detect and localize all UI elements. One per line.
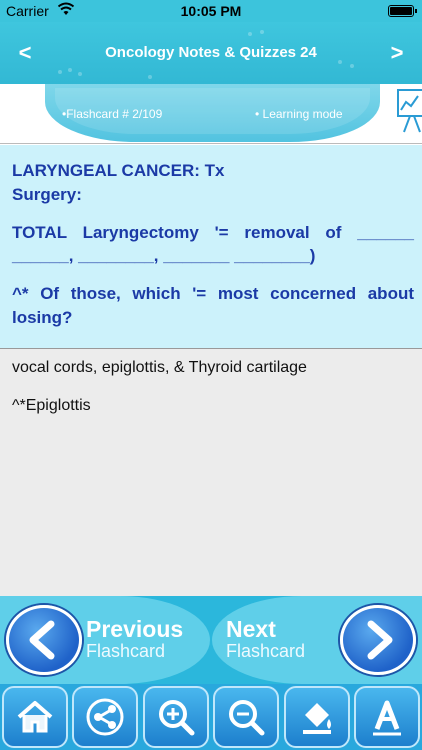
share-button[interactable] [72, 686, 139, 748]
next-arrow-icon[interactable] [340, 605, 416, 675]
navigation-bar: < Oncology Notes & Quizzes 24 > [0, 22, 422, 84]
previous-arrow-icon[interactable] [6, 605, 82, 675]
battery-icon [388, 5, 417, 17]
question-text: TOTAL Laryngectomy '= removal of ______ … [12, 222, 414, 266]
page-title: Oncology Notes & Quizzes 24 [105, 44, 317, 61]
bottom-toolbar [0, 684, 422, 750]
clock: 10:05 PM [180, 3, 242, 19]
answer-followup: ^*Epiglottis [12, 397, 91, 414]
question-followup: ^* Of those, which '= most concerned abo… [12, 284, 414, 327]
next-subtitle: Flashcard [226, 641, 306, 661]
status-bar: Carrier 10:05 PM [0, 0, 422, 22]
zoom-out-button[interactable] [213, 686, 280, 748]
question-panel: LARYNGEAL CANCER: Tx Surgery: TOTAL Lary… [0, 145, 422, 349]
presentation-chart-icon[interactable] [396, 86, 422, 138]
home-icon [17, 701, 53, 733]
flashcard-navigation: Previous Flashcard Next Flashcard [0, 596, 422, 684]
question-subtitle: Surgery: [12, 184, 82, 204]
theme-button[interactable] [283, 686, 350, 748]
previous-flashcard-label[interactable]: Previous Flashcard [86, 618, 183, 662]
next-flashcard-label[interactable]: Next Flashcard [226, 618, 305, 662]
answer-text: vocal cords, epiglottis, & Thyroid carti… [12, 359, 307, 376]
home-button[interactable] [2, 686, 68, 748]
paint-bucket-icon [302, 703, 331, 734]
zoom-in-button[interactable] [142, 686, 209, 748]
flashcard-counter: •Flashcard # 2/109 [62, 107, 163, 121]
share-icon [86, 698, 124, 736]
next-title: Next [226, 616, 276, 642]
previous-subtitle: Flashcard [86, 641, 166, 661]
question-title: LARYNGEAL CANCER: Tx [12, 161, 225, 180]
previous-title: Previous [86, 616, 184, 642]
font-icon [372, 700, 401, 736]
zoom-in-icon [158, 700, 195, 736]
zoom-out-icon [229, 700, 265, 736]
learning-mode-label: • Learning mode [255, 107, 343, 121]
forward-button[interactable]: > [382, 40, 412, 66]
answer-panel: vocal cords, epiglottis, & Thyroid carti… [0, 349, 422, 596]
font-button[interactable] [353, 686, 420, 748]
